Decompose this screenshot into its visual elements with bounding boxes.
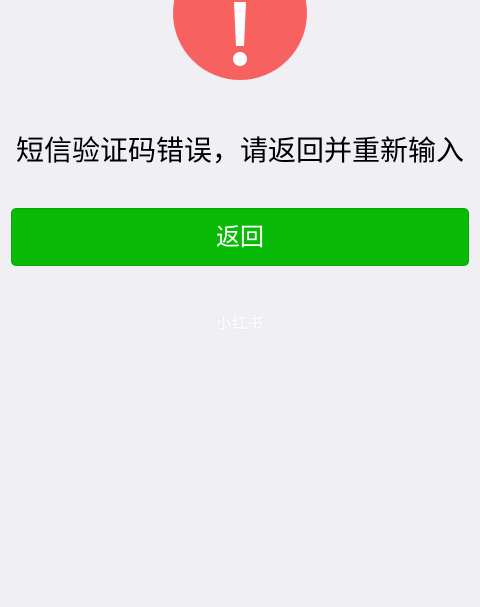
exclamation-icon	[233, 2, 247, 66]
warning-icon	[173, 0, 307, 80]
back-button[interactable]: 返回	[11, 208, 469, 266]
watermark: 小红书	[215, 314, 264, 332]
error-message: 短信验证码错误，请返回并重新输入	[15, 134, 464, 167]
